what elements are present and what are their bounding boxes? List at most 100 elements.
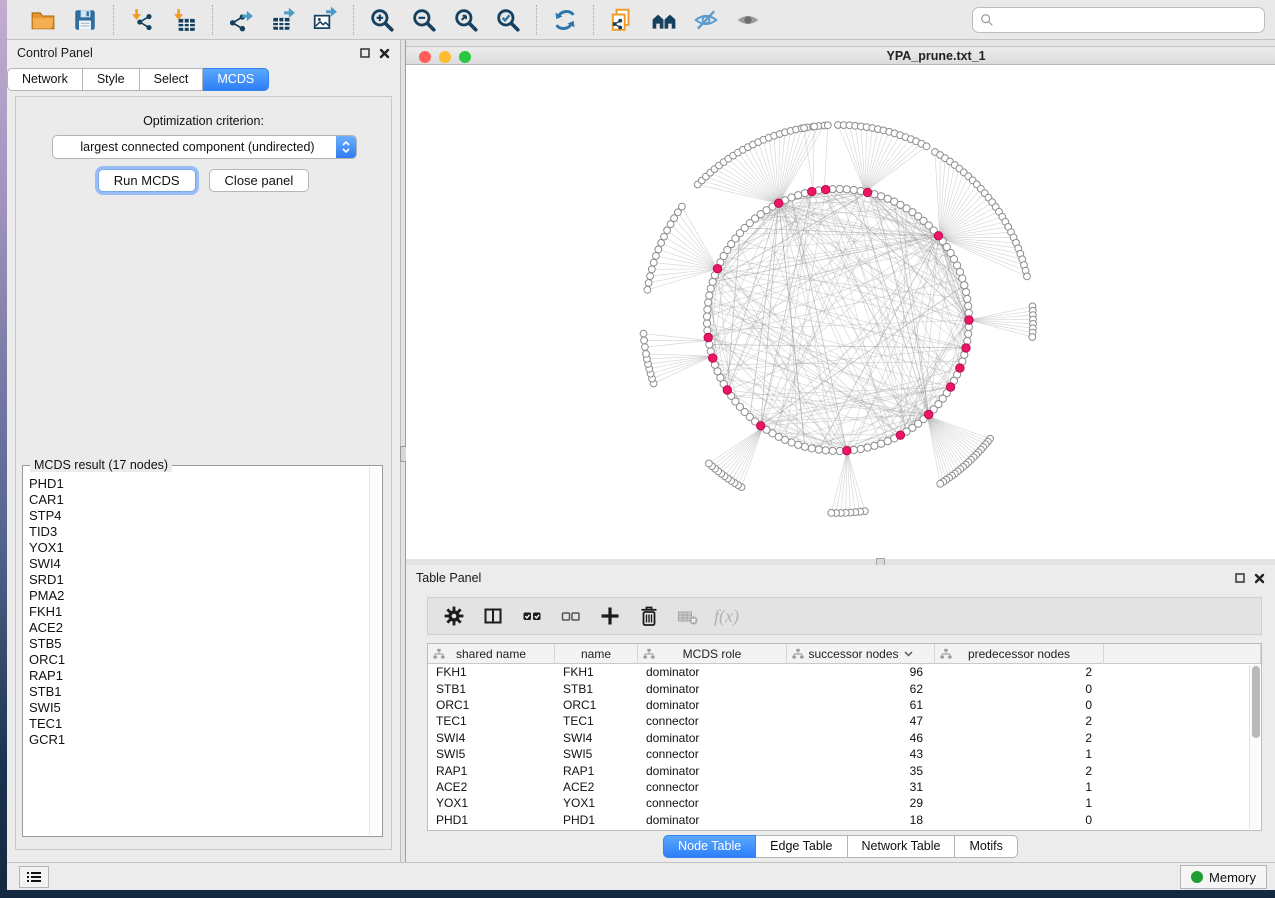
table-cell: PHD1 xyxy=(555,812,638,828)
table-row[interactable]: STB1STB1dominator620 xyxy=(428,680,1261,696)
network-graph[interactable] xyxy=(406,65,1275,559)
select-all-button[interactable] xyxy=(512,600,551,632)
column-header-mcds-role[interactable]: MCDS role xyxy=(638,644,787,664)
column-header-shared-name[interactable]: shared name xyxy=(428,644,555,664)
memory-status-icon xyxy=(1191,871,1203,883)
column-header-predecessor-nodes[interactable]: predecessor nodes xyxy=(935,644,1104,664)
table-row[interactable]: SWI5SWI5connector431 xyxy=(428,746,1261,762)
deselect-all-button[interactable] xyxy=(551,600,590,632)
show-all-button[interactable] xyxy=(730,4,766,36)
column-selector-button[interactable] xyxy=(473,600,512,632)
empty-boxes-icon xyxy=(559,604,583,628)
mcds-list-scrollbar[interactable] xyxy=(369,467,381,835)
table-cell: dominator xyxy=(638,664,787,680)
table-row[interactable]: SWI4SWI4dominator462 xyxy=(428,730,1261,746)
export-network-button[interactable] xyxy=(223,4,259,36)
list-item[interactable]: STB1 xyxy=(24,684,369,700)
mcds-result-list[interactable]: PHD1CAR1STP4TID3YOX1SWI4SRD1PMA2FKH1ACE2… xyxy=(24,467,369,835)
list-item[interactable]: TEC1 xyxy=(24,716,369,732)
list-item[interactable]: GCR1 xyxy=(24,732,369,748)
list-item[interactable]: SWI4 xyxy=(24,556,369,572)
list-item[interactable]: PMA2 xyxy=(24,588,369,604)
criterion-dropdown[interactable]: largest connected component (undirected) xyxy=(52,135,357,159)
list-item[interactable]: SRD1 xyxy=(24,572,369,588)
close-panel-button[interactable]: Close panel xyxy=(209,169,310,192)
table-row[interactable]: FKH1FKH1dominator962 xyxy=(428,664,1261,680)
tab-edge-table[interactable]: Edge Table xyxy=(756,835,847,858)
tab-mcds[interactable]: MCDS xyxy=(203,68,269,91)
table-scrollbar[interactable] xyxy=(1249,665,1260,829)
delete-column-button[interactable] xyxy=(629,600,668,632)
tab-style[interactable]: Style xyxy=(83,68,140,91)
list-item[interactable]: CAR1 xyxy=(24,492,369,508)
list-item[interactable]: ORC1 xyxy=(24,652,369,668)
run-mcds-button[interactable]: Run MCDS xyxy=(98,169,196,192)
list-item[interactable]: STB5 xyxy=(24,636,369,652)
column-header-name[interactable]: name xyxy=(555,644,638,664)
zoom-in-button[interactable] xyxy=(364,4,400,36)
task-history-button[interactable] xyxy=(19,866,49,888)
list-item[interactable]: SWI5 xyxy=(24,700,369,716)
status-bar: Memory xyxy=(7,862,1275,890)
memory-button[interactable]: Memory xyxy=(1180,865,1267,889)
tab-network[interactable]: Network xyxy=(7,68,83,91)
float-panel-icon[interactable] xyxy=(360,48,370,58)
import-table-button[interactable] xyxy=(166,4,202,36)
table-cell: 31 xyxy=(787,779,935,795)
close-window-icon[interactable] xyxy=(419,51,431,63)
table-cell-filler xyxy=(1104,697,1261,713)
table-settings-button[interactable] xyxy=(434,600,473,632)
refresh-icon xyxy=(552,7,578,33)
close-table-panel-icon[interactable] xyxy=(1254,573,1265,584)
import-network-button[interactable] xyxy=(124,4,160,36)
search-input[interactable] xyxy=(994,10,1264,30)
zoom-selected-button[interactable] xyxy=(490,4,526,36)
hide-selected-button[interactable] xyxy=(688,4,724,36)
list-icon xyxy=(26,870,42,884)
optimization-criterion-label: Optimization criterion: xyxy=(16,114,391,128)
zoom-out-icon xyxy=(411,7,437,33)
list-item[interactable]: TID3 xyxy=(24,524,369,540)
table-row[interactable]: PHD1PHD1dominator180 xyxy=(428,812,1261,828)
open-session-button[interactable] xyxy=(25,4,61,36)
eye-icon xyxy=(735,7,761,33)
table-panel-header: Table Panel xyxy=(406,565,1275,591)
list-item[interactable]: PHD1 xyxy=(24,476,369,492)
refresh-button[interactable] xyxy=(547,4,583,36)
list-item[interactable]: ACE2 xyxy=(24,620,369,636)
list-item[interactable]: YOX1 xyxy=(24,540,369,556)
zoom-fit-button[interactable] xyxy=(448,4,484,36)
column-header-successor-nodes[interactable]: successor nodes xyxy=(787,644,935,664)
table-row[interactable]: YOX1YOX1connector291 xyxy=(428,795,1261,811)
duplicate-network-button[interactable] xyxy=(604,4,640,36)
list-item[interactable]: RAP1 xyxy=(24,668,369,684)
float-table-panel-icon[interactable] xyxy=(1235,573,1245,583)
table-toolbar: f(x) xyxy=(427,597,1262,635)
criterion-value: largest connected component (undirected) xyxy=(53,140,336,154)
maximize-window-icon[interactable] xyxy=(459,51,471,63)
save-session-button[interactable] xyxy=(67,4,103,36)
table-cell: 2 xyxy=(935,664,1104,680)
list-item[interactable]: FKH1 xyxy=(24,604,369,620)
table-row[interactable]: ORC1ORC1dominator610 xyxy=(428,697,1261,713)
table-cell: SWI4 xyxy=(555,730,638,746)
close-panel-icon[interactable] xyxy=(379,48,390,59)
tab-node-table[interactable]: Node Table xyxy=(663,835,756,858)
table-row[interactable]: TEC1TEC1connector472 xyxy=(428,713,1261,729)
tab-select[interactable]: Select xyxy=(140,68,204,91)
first-neighbors-button[interactable] xyxy=(646,4,682,36)
create-column-button[interactable] xyxy=(590,600,629,632)
list-item[interactable]: STP4 xyxy=(24,508,369,524)
table-scrollbar-thumb[interactable] xyxy=(1252,666,1260,738)
minimize-window-icon[interactable] xyxy=(439,51,451,63)
column-label: successor nodes xyxy=(808,647,898,661)
table-row[interactable]: ACE2ACE2connector311 xyxy=(428,779,1261,795)
network-canvas[interactable] xyxy=(406,65,1275,559)
export-table-button[interactable] xyxy=(265,4,301,36)
table-cell: 96 xyxy=(787,664,935,680)
table-row[interactable]: RAP1RAP1dominator352 xyxy=(428,762,1261,778)
zoom-out-button[interactable] xyxy=(406,4,442,36)
export-image-button[interactable] xyxy=(307,4,343,36)
tab-motifs[interactable]: Motifs xyxy=(955,835,1017,858)
tab-network-table[interactable]: Network Table xyxy=(848,835,956,858)
